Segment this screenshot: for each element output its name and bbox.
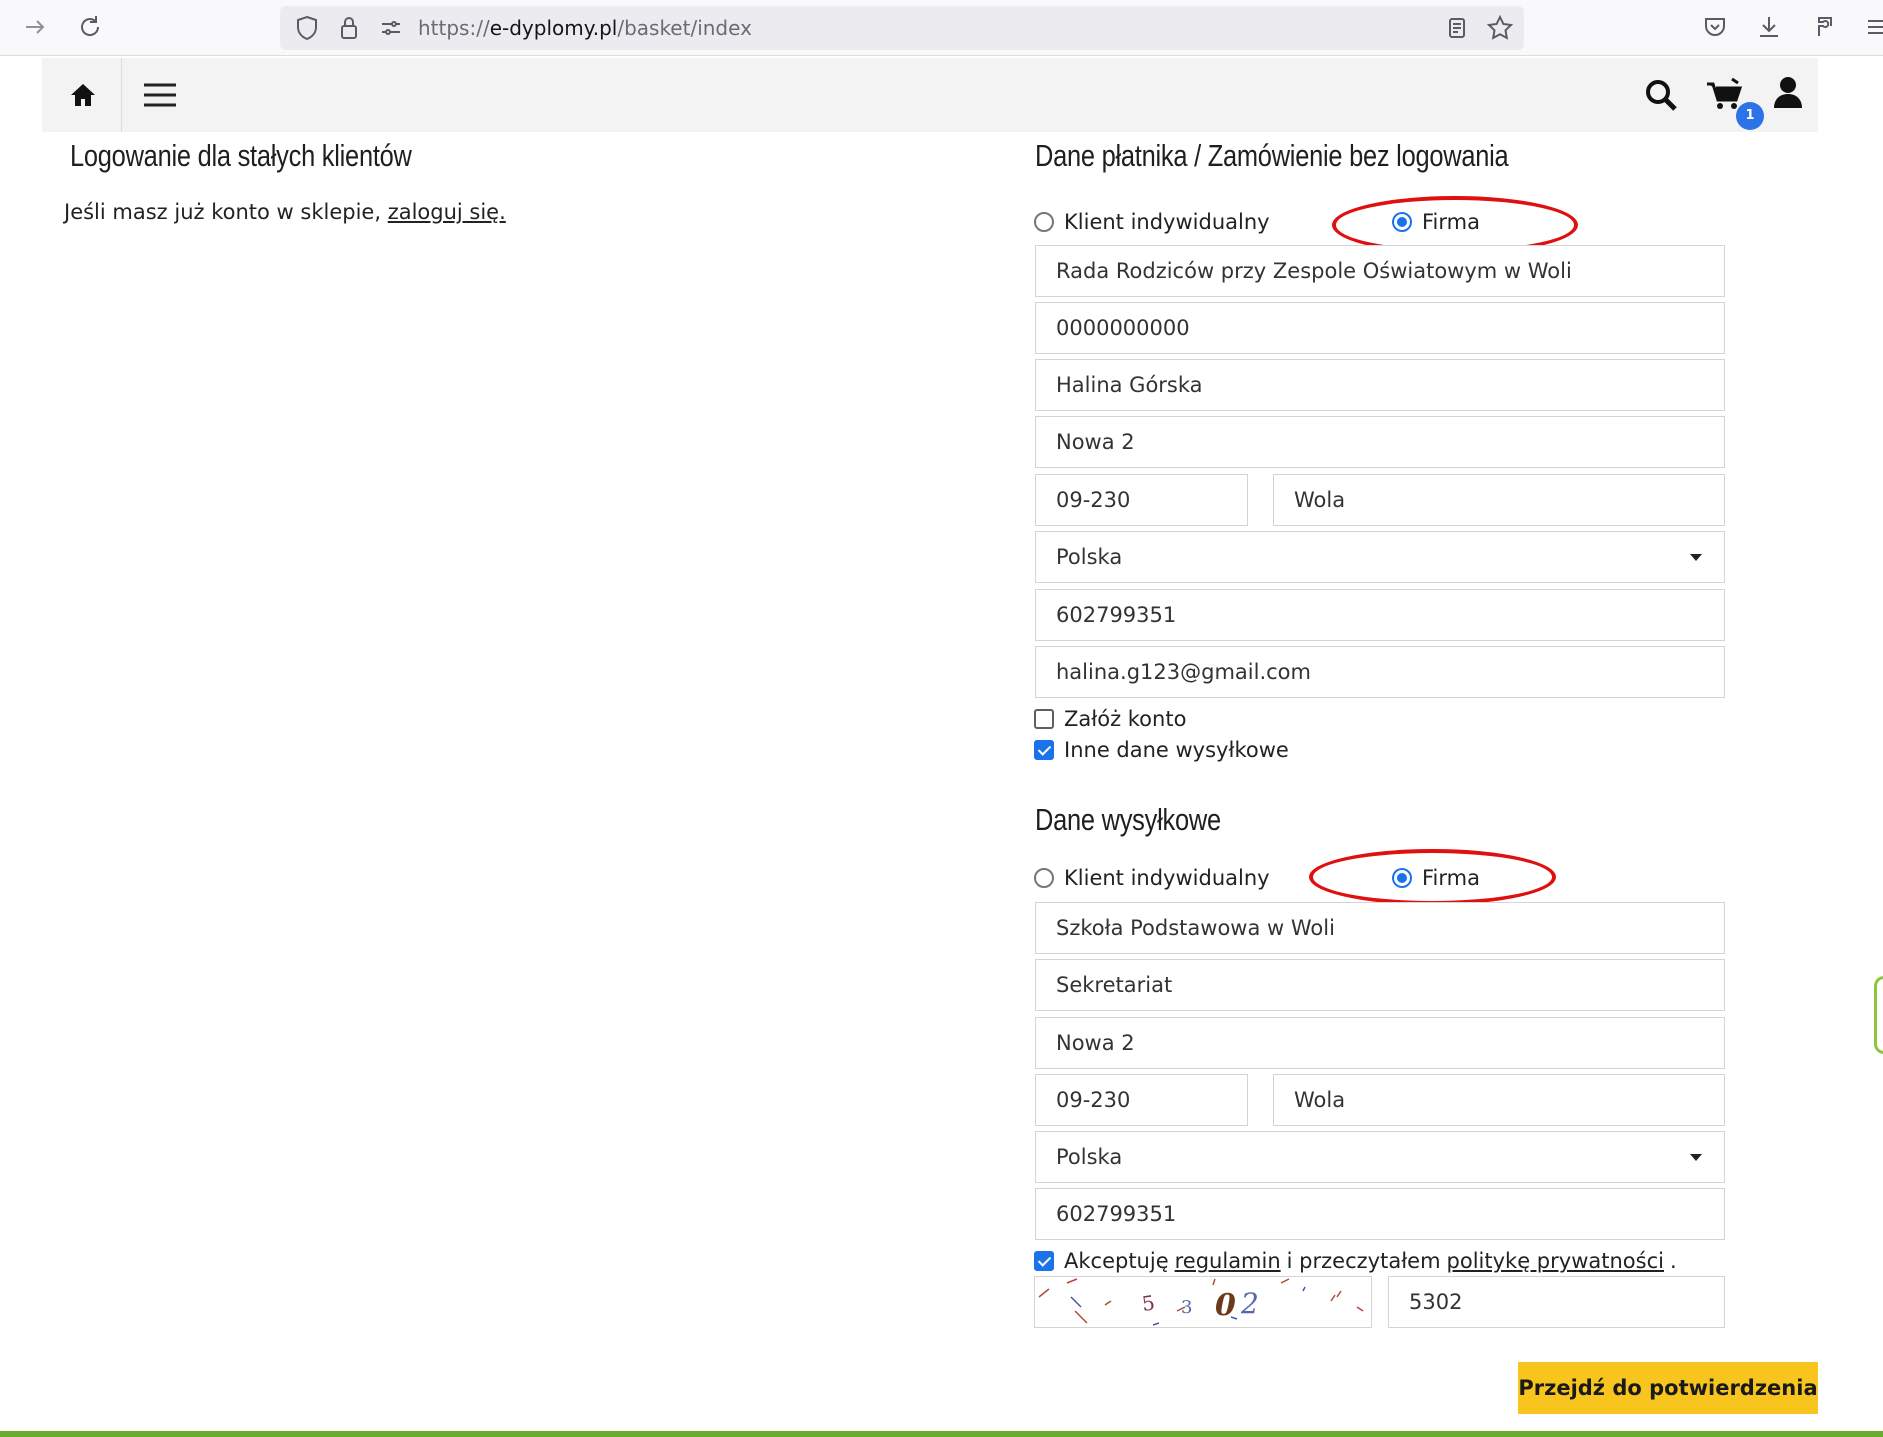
radio-label: Klient indywidualny bbox=[1064, 866, 1270, 890]
privacy-policy-link[interactable]: politykę prywatności bbox=[1447, 1249, 1664, 1273]
reader-view-icon[interactable] bbox=[1442, 13, 1472, 43]
login-heading: Logowanie dla stałych klientów bbox=[70, 138, 412, 173]
shipping-city-field[interactable]: Wola bbox=[1273, 1074, 1725, 1126]
account-button[interactable] bbox=[1770, 58, 1820, 132]
side-feedback-tab[interactable] bbox=[1874, 976, 1883, 1054]
payer-city-field[interactable]: Wola bbox=[1273, 474, 1725, 526]
url-prefix: https:// bbox=[418, 16, 490, 40]
select-value: Polska bbox=[1056, 545, 1123, 569]
shipping-radio-individual[interactable]: Klient indywidualny bbox=[1034, 862, 1270, 894]
forward-icon[interactable] bbox=[20, 12, 50, 42]
payer-postcode-field[interactable]: 09-230 bbox=[1035, 474, 1248, 526]
payer-person-field[interactable]: Halina Górska bbox=[1035, 359, 1725, 411]
radio-circle bbox=[1034, 212, 1054, 232]
create-account-checkbox[interactable] bbox=[1034, 709, 1054, 729]
captcha-char: 0 bbox=[1215, 1288, 1236, 1323]
search-icon bbox=[1646, 80, 1677, 111]
captcha-image: 5 3 0 2 bbox=[1034, 1276, 1372, 1328]
login-text: Jeśli masz już konto w sklepie, bbox=[64, 200, 381, 224]
proceed-to-confirmation-button[interactable]: Przejdź do potwierdzenia bbox=[1518, 1362, 1818, 1414]
payer-nip-field[interactable]: 0000000000 bbox=[1035, 302, 1725, 354]
payer-phone-field[interactable]: 602799351 bbox=[1035, 589, 1725, 641]
download-icon[interactable] bbox=[1754, 12, 1784, 42]
highlight-annotation bbox=[1309, 849, 1556, 905]
create-account-checkbox-row[interactable]: Załóż konto bbox=[1034, 704, 1186, 734]
site-navbar: 1 bbox=[42, 58, 1818, 132]
radio-label: Klient indywidualny bbox=[1064, 210, 1270, 234]
shipping-postcode-field[interactable]: 09-230 bbox=[1035, 1074, 1248, 1126]
shipping-street-field[interactable]: Nowa 2 bbox=[1035, 1017, 1725, 1069]
browser-toolbar: https://e-dyplomy.pl/basket/index bbox=[0, 0, 1883, 56]
search-button[interactable] bbox=[1642, 58, 1692, 132]
url-path: /basket/index bbox=[617, 16, 752, 40]
chevron-down-icon bbox=[1690, 554, 1702, 561]
select-value: Polska bbox=[1056, 1145, 1123, 1169]
terms-text: . bbox=[1669, 1249, 1677, 1273]
payer-country-select[interactable]: Polska bbox=[1035, 531, 1725, 583]
other-shipping-checkbox[interactable] bbox=[1034, 740, 1054, 760]
captcha-char: 3 bbox=[1181, 1297, 1192, 1318]
shipping-department-field[interactable]: Sekretariat bbox=[1035, 959, 1725, 1011]
login-link[interactable]: zaloguj się. bbox=[388, 200, 506, 224]
checkbox-label: Załóż konto bbox=[1064, 707, 1187, 731]
payer-company-name-field[interactable]: Rada Rodziców przy Zespole Oświatowym w … bbox=[1035, 245, 1725, 297]
url-host: e-dyplomy.pl bbox=[489, 16, 618, 40]
captcha-noise: 5 3 0 2 bbox=[1038, 1278, 1364, 1326]
extensions-icon[interactable] bbox=[1810, 12, 1840, 42]
terms-checkbox-row[interactable]: Akceptuję regulamin i przeczytałem polit… bbox=[1034, 1246, 1677, 1276]
payer-street-field[interactable]: Nowa 2 bbox=[1035, 416, 1725, 468]
terms-link[interactable]: regulamin bbox=[1175, 1249, 1281, 1273]
cart-button[interactable]: 1 bbox=[1706, 58, 1764, 132]
captcha-char: 5 bbox=[1140, 1290, 1156, 1316]
captcha-input[interactable]: 5302 bbox=[1388, 1276, 1725, 1328]
pocket-icon[interactable] bbox=[1700, 12, 1730, 42]
user-icon bbox=[1774, 77, 1802, 108]
menu-icon[interactable] bbox=[1862, 12, 1883, 42]
hamburger-icon bbox=[144, 83, 176, 107]
cart-count-badge: 1 bbox=[1736, 102, 1764, 130]
shipping-phone-field[interactable]: 602799351 bbox=[1035, 1188, 1725, 1240]
terms-text: i przeczytałem bbox=[1286, 1249, 1441, 1273]
permissions-icon[interactable] bbox=[376, 13, 406, 43]
payer-email-field[interactable]: halina.g123@gmail.com bbox=[1035, 646, 1725, 698]
url-text[interactable]: https://e-dyplomy.pl/basket/index bbox=[418, 6, 752, 50]
terms-text: Akceptuję bbox=[1064, 1249, 1169, 1273]
home-button[interactable] bbox=[42, 58, 122, 132]
shield-icon[interactable] bbox=[292, 13, 322, 43]
reload-icon[interactable] bbox=[75, 12, 105, 42]
checkbox-label: Inne dane wysyłkowe bbox=[1064, 738, 1289, 762]
captcha-char: 2 bbox=[1240, 1287, 1259, 1320]
other-shipping-checkbox-row[interactable]: Inne dane wysyłkowe bbox=[1034, 735, 1289, 765]
home-icon bbox=[71, 84, 95, 106]
lock-icon[interactable] bbox=[334, 13, 364, 43]
terms-checkbox[interactable] bbox=[1034, 1251, 1054, 1271]
shipping-heading: Dane wysyłkowe bbox=[1035, 802, 1221, 837]
radio-circle bbox=[1034, 868, 1054, 888]
login-prompt: Jeśli masz już konto w sklepie, zaloguj … bbox=[64, 200, 506, 224]
footer-accent-line bbox=[0, 1431, 1883, 1437]
shipping-company-name-field[interactable]: Szkoła Podstawowa w Woli bbox=[1035, 902, 1725, 954]
hamburger-menu-button[interactable] bbox=[142, 58, 202, 132]
url-bar[interactable]: https://e-dyplomy.pl/basket/index bbox=[280, 6, 1524, 50]
payer-radio-individual[interactable]: Klient indywidualny bbox=[1034, 206, 1270, 238]
cart-icon bbox=[1707, 77, 1742, 109]
shipping-country-select[interactable]: Polska bbox=[1035, 1131, 1725, 1183]
payer-heading: Dane płatnika / Zamówienie bez logowania bbox=[1035, 138, 1509, 173]
chevron-down-icon bbox=[1690, 1154, 1702, 1161]
bookmark-star-icon[interactable] bbox=[1485, 13, 1515, 43]
